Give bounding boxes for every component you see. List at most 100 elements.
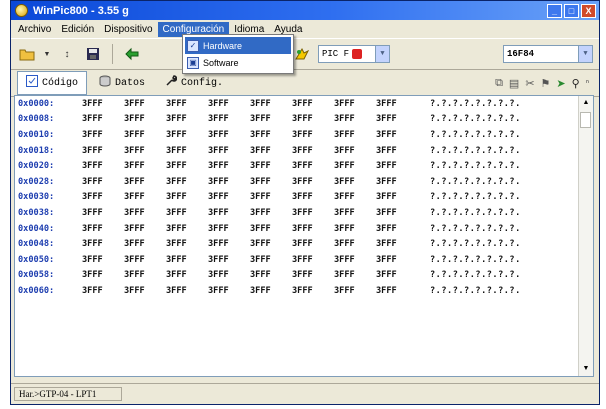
hex-word[interactable]: 3FFF (124, 286, 166, 296)
hex-word[interactable]: 3FFF (334, 224, 376, 234)
hex-word[interactable]: 3FFF (166, 192, 208, 202)
menu-item-software[interactable]: ▣ Software (185, 54, 291, 71)
dropdown-arrow-icon[interactable]: ▼ (43, 44, 51, 64)
scroll-down-icon[interactable]: ▼ (579, 362, 593, 376)
hex-word[interactable]: 3FFF (208, 286, 250, 296)
hex-word[interactable]: 3FFF (208, 130, 250, 140)
hex-word[interactable]: 3FFF (124, 99, 166, 109)
hex-word[interactable]: 3FFF (124, 114, 166, 124)
hex-word[interactable]: 3FFF (292, 130, 334, 140)
hex-word[interactable]: 3FFF (376, 255, 418, 265)
hex-word[interactable]: 3FFF (82, 286, 124, 296)
hex-word[interactable]: 3FFF (124, 270, 166, 280)
hex-word[interactable]: 3FFF (166, 146, 208, 156)
hex-word[interactable]: 3FFF (250, 130, 292, 140)
tab-config[interactable]: Config. (157, 72, 231, 94)
hex-word[interactable]: 3FFF (250, 255, 292, 265)
hex-word[interactable]: 3FFF (376, 146, 418, 156)
fill-icon[interactable]: ⚑ (541, 77, 551, 90)
hex-row[interactable]: 0x0058: 3FFF 3FFF 3FFF 3FFF 3FFF 3FFF 3FFF 3FFF?… (15, 268, 593, 284)
hex-word[interactable]: 3FFF (250, 161, 292, 171)
hex-word[interactable]: 3FFF (250, 192, 292, 202)
hex-word[interactable]: 3FFF (124, 208, 166, 218)
open-folder-icon[interactable] (17, 44, 37, 64)
hex-word[interactable]: 3FFF (166, 208, 208, 218)
hex-word[interactable]: 3FFF (334, 239, 376, 249)
vertical-scrollbar[interactable]: ▲ ▼ (578, 96, 593, 376)
copy-icon[interactable]: ⧉ (495, 77, 503, 90)
read-chip-icon[interactable] (122, 44, 142, 64)
hex-word[interactable]: 3FFF (208, 224, 250, 234)
find-icon[interactable]: ⚲ (572, 77, 580, 90)
pointer-icon[interactable]: ➤ (556, 77, 565, 90)
hex-word[interactable]: 3FFF (292, 286, 334, 296)
hex-word[interactable]: 3FFF (292, 177, 334, 187)
hex-row[interactable]: 0x0000: 3FFF 3FFF 3FFF 3FFF 3FFF 3FFF 3FFF 3FFF?… (15, 96, 593, 112)
hex-word[interactable]: 3FFF (166, 161, 208, 171)
menu-item-hardware[interactable]: ✓ Hardware (185, 37, 291, 54)
hex-word[interactable]: 3FFF (124, 177, 166, 187)
hex-word[interactable]: 3FFF (292, 114, 334, 124)
scroll-thumb[interactable] (580, 112, 591, 128)
hex-word[interactable]: 3FFF (334, 286, 376, 296)
hex-word[interactable]: 3FFF (376, 114, 418, 124)
hex-word[interactable]: 3FFF (376, 161, 418, 171)
hex-word[interactable]: 3FFF (82, 161, 124, 171)
hex-word[interactable]: 3FFF (82, 177, 124, 187)
hex-word[interactable]: 3FFF (334, 255, 376, 265)
chevron-down-icon[interactable]: ▼ (578, 46, 592, 62)
hex-word[interactable]: 3FFF (376, 130, 418, 140)
cut-icon[interactable]: ✂ (525, 77, 534, 90)
hex-word[interactable]: 3FFF (376, 224, 418, 234)
menu-archivo[interactable]: Archivo (13, 22, 56, 37)
hex-word[interactable]: 3FFF (334, 146, 376, 156)
hex-row[interactable]: 0x0050: 3FFF 3FFF 3FFF 3FFF 3FFF 3FFF 3FFF 3FFF?… (15, 252, 593, 268)
hex-word[interactable]: 3FFF (208, 114, 250, 124)
hex-word[interactable]: 3FFF (334, 161, 376, 171)
hex-word[interactable]: 3FFF (124, 255, 166, 265)
hex-word[interactable]: 3FFF (292, 146, 334, 156)
hex-word[interactable]: 3FFF (166, 239, 208, 249)
hex-row[interactable]: 0x0030: 3FFF 3FFF 3FFF 3FFF 3FFF 3FFF 3FFF 3FFF?… (15, 190, 593, 206)
hex-word[interactable]: 3FFF (334, 208, 376, 218)
hex-word[interactable]: 3FFF (334, 114, 376, 124)
hex-word[interactable]: 3FFF (208, 255, 250, 265)
save-icon[interactable] (83, 44, 103, 64)
hex-word[interactable]: 3FFF (250, 99, 292, 109)
hex-word[interactable]: 3FFF (124, 130, 166, 140)
hex-word[interactable]: 3FFF (166, 286, 208, 296)
hex-word[interactable]: 3FFF (82, 208, 124, 218)
hex-word[interactable]: 3FFF (208, 239, 250, 249)
hex-word[interactable]: 3FFF (376, 270, 418, 280)
scroll-up-icon[interactable]: ▲ (579, 96, 593, 110)
hex-word[interactable]: 3FFF (82, 99, 124, 109)
find-next-icon[interactable]: ⁿ (586, 77, 589, 90)
device-model-select[interactable]: 16F84 ▼ (503, 45, 593, 63)
hex-row[interactable]: 0x0010: 3FFF 3FFF 3FFF 3FFF 3FFF 3FFF 3FFF 3FFF?… (15, 127, 593, 143)
tab-datos[interactable]: Datos (91, 72, 153, 94)
hex-word[interactable]: 3FFF (250, 224, 292, 234)
hex-word[interactable]: 3FFF (250, 286, 292, 296)
detect-device-icon[interactable] (292, 44, 312, 64)
hex-word[interactable]: 3FFF (292, 224, 334, 234)
hex-word[interactable]: 3FFF (250, 239, 292, 249)
hex-word[interactable]: 3FFF (250, 177, 292, 187)
hex-row[interactable]: 0x0020: 3FFF 3FFF 3FFF 3FFF 3FFF 3FFF 3FFF 3FFF?… (15, 158, 593, 174)
menu-dispositivo[interactable]: Dispositivo (99, 22, 157, 37)
hex-word[interactable]: 3FFF (292, 239, 334, 249)
menu-edicion[interactable]: Edición (56, 22, 99, 37)
hex-word[interactable]: 3FFF (208, 270, 250, 280)
hex-word[interactable]: 3FFF (166, 130, 208, 140)
hex-word[interactable]: 3FFF (124, 192, 166, 202)
hex-row[interactable]: 0x0040: 3FFF 3FFF 3FFF 3FFF 3FFF 3FFF 3FFF 3FFF?… (15, 221, 593, 237)
hex-word[interactable]: 3FFF (82, 192, 124, 202)
reload-icon[interactable]: ↕ (57, 44, 77, 64)
tab-codigo[interactable]: Código (17, 71, 88, 95)
hex-word[interactable]: 3FFF (334, 99, 376, 109)
hex-word[interactable]: 3FFF (166, 177, 208, 187)
hex-word[interactable]: 3FFF (82, 114, 124, 124)
hex-word[interactable]: 3FFF (208, 146, 250, 156)
hex-word[interactable]: 3FFF (166, 114, 208, 124)
hex-word[interactable]: 3FFF (124, 161, 166, 171)
hex-word[interactable]: 3FFF (334, 192, 376, 202)
